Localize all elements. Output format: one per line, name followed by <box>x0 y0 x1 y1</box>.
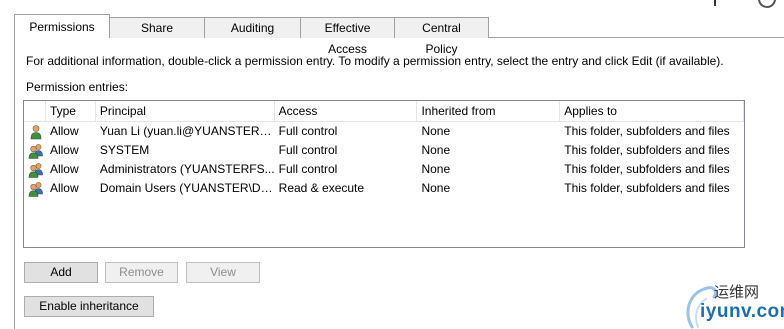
tab-permissions[interactable]: Permissions <box>14 14 110 38</box>
cell-principal: Yuan Li (yuan.li@YUANSTER.l... <box>99 124 275 138</box>
list-header: Type Principal Access Inherited from App… <box>24 101 744 122</box>
group-icon <box>28 162 43 178</box>
enable-inheritance-button[interactable]: Enable inheritance <box>24 296 154 317</box>
cell-type: Allow <box>49 181 79 195</box>
cell-access: Full control <box>278 162 338 176</box>
cell-type: Allow <box>49 124 79 138</box>
tab-auditing[interactable]: Auditing <box>204 17 301 38</box>
tab-central-policy[interactable]: Central Policy <box>394 17 489 56</box>
cell-inherited-from: None <box>421 162 451 176</box>
cell-type: Allow <box>49 162 79 176</box>
cell-inherited-from: None <box>421 143 451 157</box>
remove-button[interactable]: Remove <box>105 262 178 283</box>
column-header-applies-to[interactable]: Applies to <box>560 101 744 121</box>
help-icon[interactable] <box>758 0 776 8</box>
info-text: For additional information, double-click… <box>26 54 724 68</box>
table-row[interactable]: Allow Yuan Li (yuan.li@YUANSTER.l... Ful… <box>24 122 744 141</box>
cell-inherited-from: None <box>421 124 451 138</box>
table-row[interactable]: Allow Administrators (YUANSTERFS... Full… <box>24 160 744 179</box>
site-watermark: 运维网 iyunv.com <box>674 273 784 329</box>
cell-access: Read & execute <box>278 181 365 195</box>
divider <box>714 0 716 6</box>
cell-principal: Domain Users (YUANSTER\Do... <box>99 181 275 195</box>
column-header-type[interactable]: Type <box>46 101 96 121</box>
cell-applies-to: This folder, subfolders and files <box>564 124 730 138</box>
column-header-icon[interactable] <box>24 101 46 121</box>
column-header-inherited-from[interactable]: Inherited from <box>417 101 561 121</box>
user-icon <box>30 125 42 140</box>
permission-entries-label: Permission entries: <box>26 80 129 94</box>
window-corner <box>714 0 784 12</box>
column-header-principal[interactable]: Principal <box>96 101 275 121</box>
cell-applies-to: This folder, subfolders and files <box>564 162 730 176</box>
cell-principal: Administrators (YUANSTERFS... <box>99 162 275 176</box>
watermark-en-text: iyunv.com <box>700 301 784 322</box>
tab-strip: Permissions Share Auditing Effective Acc… <box>14 14 489 56</box>
group-icon <box>28 143 43 159</box>
table-row[interactable]: Allow Domain Users (YUANSTER\Do... Read … <box>24 179 744 198</box>
group-icon <box>28 181 43 197</box>
advanced-security-dialog: Permissions Share Auditing Effective Acc… <box>0 0 784 329</box>
tab-share[interactable]: Share <box>109 17 205 38</box>
permission-entries-list[interactable]: Type Principal Access Inherited from App… <box>23 100 745 248</box>
cell-principal: SYSTEM <box>99 143 150 157</box>
table-row[interactable]: Allow SYSTEM Full control None This fold… <box>24 141 744 160</box>
cell-applies-to: This folder, subfolders and files <box>564 143 730 157</box>
add-button[interactable]: Add <box>24 262 98 283</box>
cell-type: Allow <box>49 143 79 157</box>
cell-access: Full control <box>278 143 338 157</box>
tab-effective-access[interactable]: Effective Access <box>300 17 395 56</box>
column-header-access[interactable]: Access <box>275 101 418 121</box>
watermark-cn-text: 运维网 <box>714 283 760 301</box>
cell-inherited-from: None <box>421 181 451 195</box>
cell-applies-to: This folder, subfolders and files <box>564 181 730 195</box>
view-button[interactable]: View <box>186 262 260 283</box>
cell-access: Full control <box>278 124 338 138</box>
